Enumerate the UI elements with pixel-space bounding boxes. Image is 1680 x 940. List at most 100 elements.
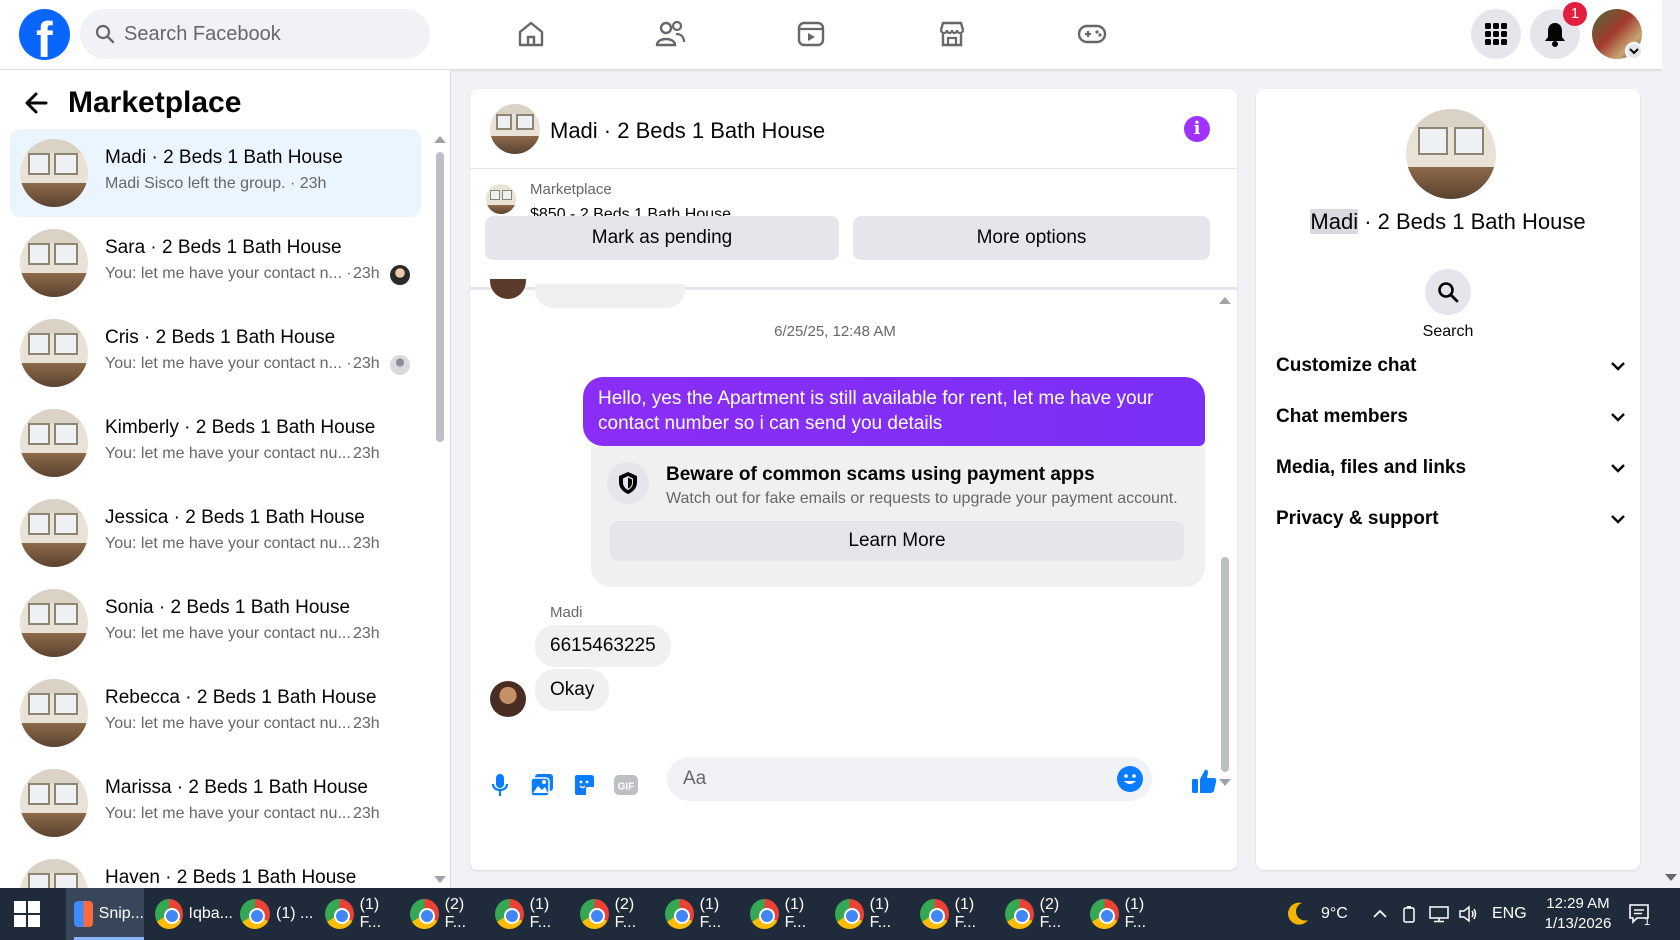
moon-icon (1288, 902, 1308, 925)
microphone-icon[interactable] (484, 769, 516, 801)
volume-icon[interactable] (1458, 888, 1478, 940)
taskbar-item-chrome[interactable]: (1) F... (495, 888, 573, 940)
chevron-down-icon (1611, 515, 1625, 524)
scroll-down-arrow[interactable] (1219, 779, 1231, 786)
chat-scrollbar[interactable] (1221, 557, 1229, 772)
home-icon[interactable] (511, 14, 551, 54)
network-icon[interactable] (1428, 888, 1450, 940)
listing-thumbnail (20, 589, 88, 657)
taskbar-item-chrome[interactable]: (1) F... (750, 888, 828, 940)
conversation-item-jessica[interactable]: Jessica · 2 Beds 1 Bath House You: let m… (10, 489, 421, 577)
taskbar-item-chrome[interactable]: (2) F... (1005, 888, 1083, 940)
chevron-down-icon (1611, 464, 1625, 473)
conversation-name: Madi · 2 Beds 1 Bath House (1310, 209, 1586, 234)
grid-icon (1485, 23, 1507, 45)
chat-title[interactable]: Madi · 2 Beds 1 Bath House (550, 118, 825, 144)
scam-warning-card: Beware of common scams using payment app… (591, 446, 1205, 587)
conversation-item-marissa[interactable]: Marissa · 2 Beds 1 Bath House You: let m… (10, 759, 421, 847)
scroll-down-arrow[interactable] (434, 876, 446, 883)
video-icon[interactable] (791, 14, 831, 54)
conversation-list-scrollbar[interactable] (436, 152, 444, 442)
conversation-item-sara[interactable]: Sara · 2 Beds 1 Bath House You: let me h… (10, 219, 421, 307)
taskbar-item-chrome[interactable]: (1) ... (240, 888, 318, 940)
scroll-up-arrow[interactable] (1219, 297, 1231, 304)
listing-thumbnail (20, 229, 88, 297)
photo-icon[interactable] (526, 769, 558, 801)
facebook-logo[interactable]: f (19, 9, 70, 68)
media-files-links-section[interactable]: Media, files and links (1276, 446, 1626, 490)
privacy-support-section[interactable]: Privacy & support (1276, 497, 1626, 541)
marketplace-label: Marketplace (530, 181, 612, 198)
gif-icon[interactable]: GIF (610, 769, 642, 801)
sticker-icon[interactable] (568, 769, 600, 801)
conversation-item-kimberly[interactable]: Kimberly · 2 Beds 1 Bath House You: let … (10, 399, 421, 487)
taskbar-item-chrome[interactable]: (1) F... (325, 888, 403, 940)
more-options-button[interactable]: More options (853, 216, 1210, 260)
chrome-icon (1005, 899, 1034, 929)
listing-thumbnail (20, 139, 88, 207)
thumbs-up-icon[interactable] (1188, 765, 1220, 797)
search-box[interactable] (80, 9, 430, 59)
taskbar-item-chrome[interactable]: (1) F... (665, 888, 743, 940)
taskbar-item-chrome[interactable]: Iqba... (155, 888, 233, 940)
chevron-down-icon[interactable] (1625, 42, 1643, 60)
chrome-icon (920, 899, 949, 929)
tray-overflow-chevron-up-icon[interactable] (1372, 888, 1388, 940)
listing-thumbnail (486, 184, 516, 214)
chat-avatar[interactable] (490, 104, 540, 154)
shield-icon (607, 462, 649, 504)
incoming-message[interactable]: 6615463225 (535, 625, 671, 667)
conversation-item-rebecca[interactable]: Rebecca · 2 Beds 1 Bath House You: let m… (10, 669, 421, 757)
action-center-button[interactable]: 1 (1628, 888, 1650, 940)
message-input-box[interactable] (667, 757, 1152, 801)
conversation-item-cris[interactable]: Cris · 2 Beds 1 Bath House You: let me h… (10, 309, 421, 397)
message-input[interactable] (683, 757, 1083, 801)
clock[interactable]: 12:29 AM 1/13/2026 (1538, 888, 1618, 940)
sender-avatar[interactable] (490, 681, 526, 717)
conversation-item-sonia[interactable]: Sonia · 2 Beds 1 Bath House You: let me … (10, 579, 421, 667)
chrome-icon (580, 899, 609, 929)
top-navigation-bar: f 1 (0, 0, 1680, 70)
taskbar-item-chrome[interactable]: (2) F... (580, 888, 658, 940)
conversation-avatar (1406, 109, 1496, 199)
incoming-message[interactable]: Okay (535, 669, 610, 711)
language-indicator[interactable]: ENG (1492, 888, 1527, 940)
search-input[interactable] (124, 9, 414, 59)
scroll-up-arrow[interactable] (434, 136, 446, 143)
scroll-down-arrow[interactable] (1665, 874, 1677, 881)
customize-chat-section[interactable]: Customize chat (1276, 344, 1626, 388)
listing-thumbnail (20, 859, 88, 888)
taskbar-item-chrome[interactable]: (2) F... (410, 888, 488, 940)
menu-grid-button[interactable] (1471, 9, 1521, 59)
weather-widget[interactable]: 9°C (1283, 888, 1348, 940)
chat-header: Madi · 2 Beds 1 Bath House i (470, 89, 1237, 169)
learn-more-button[interactable]: Learn More (610, 521, 1184, 561)
chat-members-section[interactable]: Chat members (1276, 395, 1626, 439)
search-icon (95, 24, 115, 44)
emoji-icon[interactable] (1117, 766, 1143, 792)
conversation-item-madi[interactable]: Madi · 2 Beds 1 Bath House Madi Sisco le… (10, 129, 421, 217)
gaming-icon[interactable] (1072, 14, 1112, 54)
taskbar-item-snip[interactable]: Snip... (66, 888, 144, 940)
outgoing-message[interactable]: Hello, yes the Apartment is still availa… (583, 377, 1205, 446)
battery-icon[interactable] (1401, 888, 1417, 940)
mark-as-pending-button[interactable]: Mark as pending (485, 216, 839, 260)
listing-thumbnail (20, 499, 88, 567)
back-arrow-icon[interactable] (24, 92, 48, 114)
bell-icon (1545, 23, 1565, 47)
message-timestamp: 6/25/25, 12:48 AM (774, 323, 896, 340)
windows-start-icon[interactable] (14, 901, 40, 927)
taskbar-item-chrome[interactable]: (1) F... (1090, 888, 1168, 940)
info-icon[interactable]: i (1184, 116, 1210, 142)
taskbar-item-chrome[interactable]: (1) F... (920, 888, 998, 940)
listing-thumbnail (20, 769, 88, 837)
marketplace-icon[interactable] (932, 14, 972, 54)
listing-thumbnail (20, 679, 88, 747)
seen-avatar (390, 265, 410, 285)
conversation-item-haven[interactable]: Haven · 2 Beds 1 Bath House (10, 849, 421, 888)
chrome-icon (665, 899, 694, 929)
friends-icon[interactable] (650, 14, 690, 54)
taskbar-item-chrome[interactable]: (1) F... (835, 888, 913, 940)
page-scrollbar[interactable] (1662, 0, 1680, 888)
search-in-conversation-button[interactable] (1425, 269, 1471, 315)
